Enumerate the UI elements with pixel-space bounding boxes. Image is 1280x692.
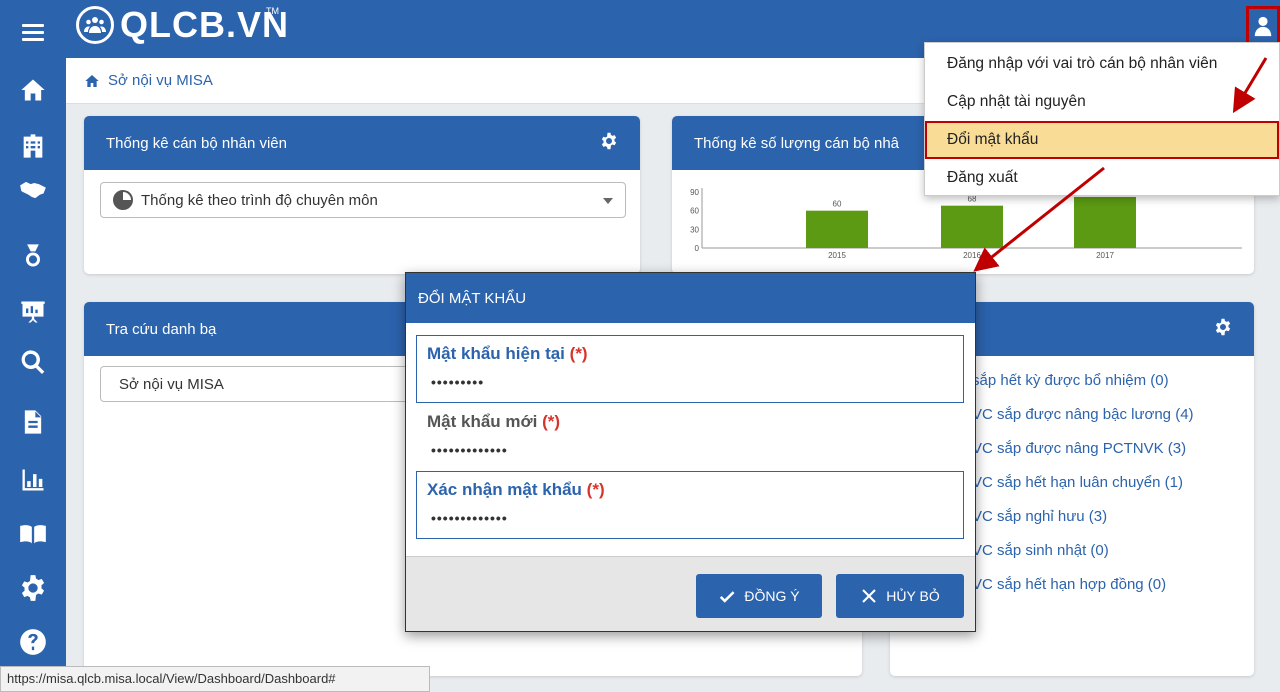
- select-value: Sở nội vụ MISA: [119, 375, 224, 393]
- confirm-password-field[interactable]: Xác nhận mật khẩu (*) •••••••••••••: [416, 471, 964, 539]
- user-dropdown-menu: Đăng nhập với vai trò cán bộ nhân viên C…: [924, 42, 1280, 196]
- panel-gear-icon[interactable]: [1214, 318, 1232, 340]
- dialog-title: ĐỔI MẬT KHẨU: [418, 289, 527, 307]
- cancel-button[interactable]: HỦY BỎ: [836, 574, 964, 618]
- confirm-password-input[interactable]: •••••••••••••: [431, 510, 508, 526]
- chart-y-tick-label: 90: [690, 188, 699, 197]
- required-mark: (*): [586, 480, 605, 499]
- breadcrumb-link[interactable]: Sở nội vụ MISA: [108, 72, 213, 89]
- document-icon[interactable]: [0, 400, 66, 444]
- dialog-footer: ĐỒNG Ý HỦY BỎ: [406, 556, 975, 631]
- alert-link[interactable]: VC sắp sinh nhật (0): [972, 534, 1194, 568]
- chart-y-tick-label: 0: [695, 244, 700, 253]
- directory-select[interactable]: Sở nội vụ MISA: [100, 366, 420, 402]
- alert-link[interactable]: VC sắp được nâng PCTNVK (3): [972, 432, 1194, 466]
- browser-status-bar: https://misa.qlcb.misa.local/View/Dashbo…: [0, 666, 430, 692]
- handshake-icon[interactable]: [0, 168, 66, 212]
- logo-text: QLCB.VN: [120, 4, 289, 45]
- alert-link[interactable]: sắp hết kỳ được bổ nhiệm (0): [972, 364, 1194, 398]
- required-mark: (*): [569, 344, 588, 363]
- menu-item-update-resources[interactable]: Cập nhật tài nguyên: [925, 83, 1279, 121]
- user-account-button[interactable]: [1246, 6, 1280, 46]
- sidebar: [0, 0, 66, 692]
- logo-people-icon: [76, 6, 114, 44]
- alert-list: sắp hết kỳ được bổ nhiệm (0) VC sắp được…: [972, 364, 1194, 602]
- alert-link[interactable]: VC sắp hết hạn luân chuyển (1): [972, 466, 1194, 500]
- chevron-down-icon: [603, 198, 613, 204]
- book-icon[interactable]: [0, 512, 66, 556]
- panel-title: Tra cứu danh bạ: [106, 320, 217, 338]
- button-label: HỦY BỎ: [886, 588, 940, 604]
- new-password-field[interactable]: Mật khẩu mới (*) •••••••••••••: [416, 403, 964, 471]
- pie-chart-icon: [113, 190, 133, 210]
- gear-icon[interactable]: [0, 566, 66, 610]
- building-icon[interactable]: [0, 124, 66, 168]
- presentation-icon[interactable]: [0, 290, 66, 334]
- chart-data-label: 60: [833, 200, 842, 209]
- panel-gear-icon[interactable]: [600, 132, 618, 154]
- user-icon: [1254, 16, 1272, 37]
- statistic-type-select[interactable]: Thống kê theo trình độ chuyên môn: [100, 182, 626, 218]
- alert-link[interactable]: VC sắp được nâng bậc lương (4): [972, 398, 1194, 432]
- select-value: Thống kê theo trình độ chuyên môn: [141, 191, 378, 209]
- home-icon[interactable]: [0, 68, 66, 112]
- field-label: Mật khẩu mới: [427, 412, 538, 431]
- field-label: Xác nhận mật khẩu: [427, 480, 582, 499]
- alert-link[interactable]: VC sắp hết hạn hợp đồng (0): [972, 568, 1194, 602]
- chart-y-tick-label: 30: [690, 225, 699, 234]
- button-label: ĐỒNG Ý: [744, 588, 800, 604]
- check-icon: [720, 591, 735, 603]
- hamburger-menu-icon[interactable]: [0, 12, 66, 52]
- chart-bar[interactable]: [1074, 196, 1136, 248]
- panel-title: Thống kê số lượng cán bộ nhâ: [694, 134, 900, 152]
- logo[interactable]: QLCB.VN: [76, 4, 289, 46]
- staff-statistics-panel: Thống kê cán bộ nhân viên Thống kê theo …: [84, 116, 640, 274]
- chart-x-tick-label: 2015: [828, 251, 846, 260]
- change-password-dialog: ĐỔI MẬT KHẨU Mật khẩu hiện tại (*) •••••…: [405, 272, 976, 632]
- confirm-button[interactable]: ĐỒNG Ý: [696, 574, 822, 618]
- logo-trademark: TM: [266, 6, 279, 16]
- chart-bar[interactable]: [806, 210, 868, 248]
- field-label: Mật khẩu hiện tại: [427, 344, 565, 363]
- home-breadcrumb-icon[interactable]: [84, 73, 100, 89]
- alert-link[interactable]: VC sắp nghỉ hưu (3): [972, 500, 1194, 534]
- menu-item-logout[interactable]: Đăng xuất: [925, 159, 1279, 197]
- search-icon[interactable]: [0, 340, 66, 384]
- menu-item-login-as-staff[interactable]: Đăng nhập với vai trò cán bộ nhân viên: [925, 45, 1279, 83]
- required-mark: (*): [542, 412, 561, 431]
- menu-item-change-password[interactable]: Đổi mật khẩu: [925, 121, 1279, 159]
- panel-title: Thống kê cán bộ nhân viên: [106, 134, 287, 152]
- medal-icon[interactable]: [0, 234, 66, 278]
- new-password-input[interactable]: •••••••••••••: [431, 442, 508, 458]
- current-password-input[interactable]: •••••••••: [431, 374, 484, 390]
- help-icon[interactable]: [0, 620, 66, 664]
- current-password-field[interactable]: Mật khẩu hiện tại (*) •••••••••: [416, 335, 964, 403]
- chart-y-tick-label: 60: [690, 207, 699, 216]
- chart-bar[interactable]: [941, 205, 1003, 248]
- close-icon: [862, 589, 877, 603]
- chart-x-tick-label: 2016: [963, 251, 981, 260]
- chart-x-tick-label: 2017: [1096, 251, 1114, 260]
- bar-chart-icon[interactable]: [0, 458, 66, 502]
